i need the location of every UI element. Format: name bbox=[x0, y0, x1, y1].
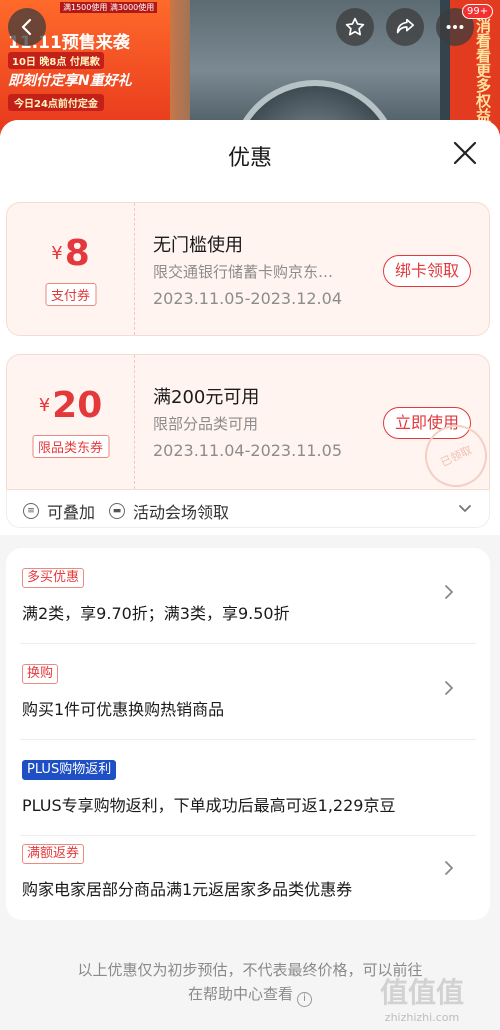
info-icon[interactable]: i bbox=[297, 991, 312, 1007]
close-button[interactable] bbox=[452, 140, 478, 166]
coupon-title: 满200元可用 bbox=[153, 387, 260, 408]
venue-label: 活动会场领取 bbox=[133, 503, 230, 522]
ticket-icon: ▬ bbox=[109, 503, 125, 519]
coupon-date: 2023.11.04-2023.11.05 bbox=[153, 441, 342, 460]
watermark: 值值值 zhizhizhi.com bbox=[352, 971, 492, 1024]
amount-value: 8 bbox=[64, 233, 90, 274]
chevron-left-icon bbox=[21, 18, 32, 36]
coupon-date: 2023.11.05-2023.12.04 bbox=[153, 289, 342, 308]
chevron-right-icon bbox=[445, 585, 453, 599]
plus-rebate-tag: PLUS购物返利 bbox=[22, 760, 117, 780]
sheet-title: 优惠 bbox=[227, 146, 272, 171]
stackable-info: ≡ 可叠加 bbox=[23, 499, 95, 523]
favorite-button[interactable] bbox=[336, 8, 374, 46]
promotion-tag: 满额返券 bbox=[22, 844, 85, 864]
coupon-amount: ¥8 bbox=[7, 233, 134, 274]
coupon-title: 无门槛使用 bbox=[153, 235, 243, 256]
star-icon bbox=[345, 17, 365, 36]
coupon-type-tag: 限品类东券 bbox=[31, 435, 110, 458]
discount-sheet: 优惠 ¥8 支付券 无门槛使用 限交通银行储蓄卡购京东… 2023.11.05-… bbox=[0, 120, 500, 1030]
promotion-text: PLUS专享购物返利，下单成功后最高可返1,229京豆 bbox=[22, 796, 396, 815]
bind-card-claim-button[interactable]: 绑卡领取 bbox=[382, 255, 471, 287]
venue-info: ▬ 活动会场领取 bbox=[109, 499, 229, 523]
promotion-list: 多买优惠 满2类，享9.70折；满3类，享9.50折 换购 购买1件可优惠换购热… bbox=[6, 548, 490, 920]
coupon-card: ¥8 支付券 无门槛使用 限交通银行储蓄卡购京东… 2023.11.05-202… bbox=[6, 202, 490, 336]
promo-line-2: 10日 晚8点 付尾款 bbox=[8, 52, 104, 69]
chevron-right-icon bbox=[445, 681, 453, 695]
coupon-type-tag: 支付券 bbox=[44, 283, 97, 306]
watermark-url: zhizhizhi.com bbox=[384, 1011, 460, 1024]
amount-value: 20 bbox=[52, 385, 103, 426]
back-button[interactable] bbox=[8, 8, 46, 46]
sheet-header: 优惠 bbox=[0, 120, 500, 190]
promotion-tag: 换购 bbox=[22, 664, 59, 684]
watermark-logo: 值值值 bbox=[379, 976, 464, 1009]
coupon-list: ¥8 支付券 无门槛使用 限交通银行储蓄卡购京东… 2023.11.05-202… bbox=[0, 190, 500, 535]
share-button[interactable] bbox=[386, 8, 424, 46]
stack-icon: ≡ bbox=[23, 503, 39, 519]
stackable-label: 可叠加 bbox=[47, 503, 96, 522]
promotion-item[interactable]: 多买优惠 满2类，享9.70折；满3类，享9.50折 bbox=[6, 548, 490, 644]
notification-badge: 99+ bbox=[462, 4, 494, 19]
promotion-item[interactable]: 换购 购买1件可优惠换购热销商品 bbox=[6, 644, 490, 740]
more-dots-icon bbox=[446, 24, 464, 30]
help-center-text: 在帮助中心查看 bbox=[187, 985, 293, 1003]
coupon-amount-area: ¥20 限品类东券 bbox=[7, 355, 135, 489]
coupon-amount-area: ¥8 支付券 bbox=[7, 203, 135, 335]
coupon-desc: 限部分品类可用 bbox=[153, 415, 259, 433]
promotion-text: 购买1件可优惠换购热销商品 bbox=[22, 700, 225, 719]
promo-line-4: 今日24点前付定金 bbox=[8, 94, 104, 111]
promo-top-label: 满1500使用 满3000使用 bbox=[60, 2, 158, 13]
promotion-tag: 多买优惠 bbox=[22, 568, 85, 588]
currency-symbol: ¥ bbox=[51, 243, 63, 264]
coupon-desc: 限交通银行储蓄卡购京东… bbox=[153, 263, 334, 281]
chevron-down-icon[interactable] bbox=[457, 500, 473, 516]
coupon-amount: ¥20 bbox=[7, 385, 134, 426]
promotion-item: PLUS购物返利 PLUS专享购物返利，下单成功后最高可返1,229京豆 bbox=[6, 740, 490, 836]
coupon-footer[interactable]: ≡ 可叠加 ▬ 活动会场领取 bbox=[6, 490, 490, 528]
product-banner: 满1500使用 满3000使用 11.11预售来袭 10日 晚8点 付尾款 即刻… bbox=[0, 0, 500, 140]
promo-line-3: 即刻付定享N重好礼 bbox=[8, 73, 132, 89]
side-promo-text: 消看看更多权益 bbox=[474, 18, 492, 123]
coupon-card: ¥20 限品类东券 满200元可用 限部分品类可用 2023.11.04-202… bbox=[6, 354, 498, 498]
currency-symbol: ¥ bbox=[38, 395, 51, 416]
share-icon bbox=[396, 18, 415, 34]
chevron-right-icon bbox=[445, 861, 453, 875]
close-icon bbox=[453, 141, 477, 165]
promotion-text: 购家电家居部分商品满1元返居家多品类优惠券 bbox=[22, 880, 353, 899]
promotion-text: 满2类，享9.70折；满3类，享9.50折 bbox=[22, 604, 290, 623]
promotion-item[interactable]: 满额返券 购家电家居部分商品满1元返居家多品类优惠券 bbox=[6, 824, 490, 920]
